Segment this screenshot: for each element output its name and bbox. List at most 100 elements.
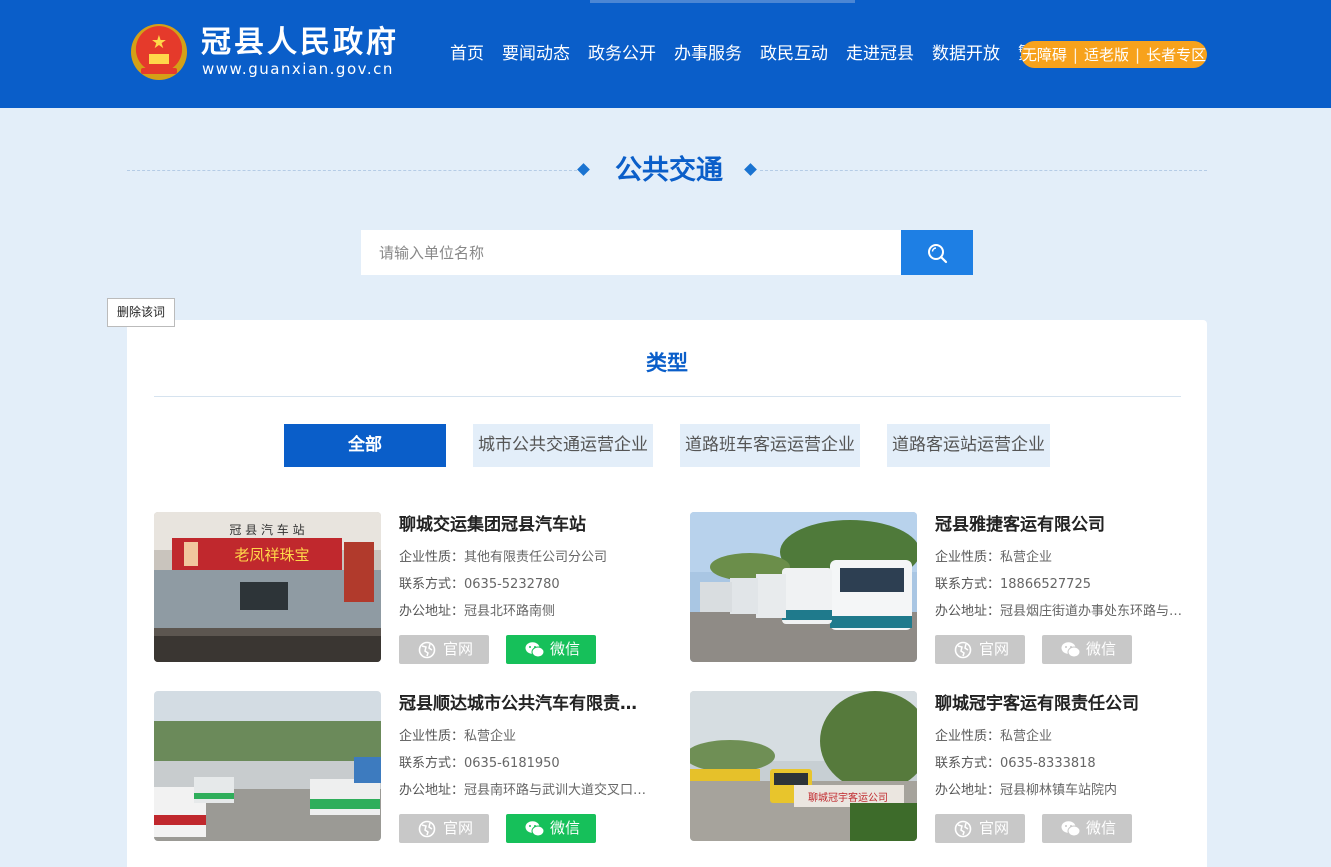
- website-button[interactable]: 官网: [399, 814, 489, 843]
- wechat-icon: [1061, 642, 1081, 658]
- wechat-button[interactable]: 微信: [506, 814, 596, 843]
- filter-scheduled-bus[interactable]: 道路班车客运运营企业: [680, 424, 860, 467]
- company-phone: 联系方式：18866527725: [935, 576, 1183, 594]
- globe-icon: [954, 641, 972, 659]
- pill-separator: |: [1135, 45, 1141, 64]
- wechat-icon: [525, 821, 545, 837]
- company-card: 冠县雅捷客运有限公司 企业性质：私营企业 联系方式：18866527725 办公…: [690, 512, 1190, 664]
- emblem-ribbon: [141, 68, 177, 74]
- phone-label: 联系方式：: [399, 577, 465, 592]
- website-label: 官网: [443, 640, 474, 658]
- filter-urban-transit[interactable]: 城市公共交通运营企业: [473, 424, 653, 467]
- wechat-label: 微信: [550, 819, 581, 837]
- title-divider-right: [760, 170, 1207, 171]
- globe-icon: [418, 820, 436, 838]
- company-type: 企业性质：私营企业: [935, 549, 1183, 567]
- phone-value: 0635-6181950: [464, 756, 560, 771]
- company-phone: 联系方式：0635-5232780: [399, 576, 647, 594]
- wechat-button[interactable]: 微信: [506, 635, 596, 664]
- wechat-icon: [525, 642, 545, 658]
- nav-home[interactable]: 首页: [450, 42, 484, 66]
- company-phone: 联系方式：0635-6181950: [399, 755, 647, 773]
- company-address: 办公地址：冠县北环路南侧: [399, 603, 647, 621]
- address-label: 办公地址：: [935, 783, 1001, 798]
- results-panel: 类型 全部 城市公共交通运营企业 道路班车客运运营企业 道路客运站运营企业 冠 …: [127, 320, 1207, 867]
- company-photo[interactable]: [690, 512, 917, 662]
- nav-news[interactable]: 要闻动态: [502, 42, 570, 66]
- accessibility-link[interactable]: 无障碍: [1022, 44, 1067, 65]
- filter-all[interactable]: 全部: [284, 424, 446, 467]
- phone-value: 0635-5232780: [464, 577, 560, 592]
- photo-banner-text: 老凤祥珠宝: [234, 546, 309, 564]
- company-photo[interactable]: 聊城冠宇客运公司: [690, 691, 917, 841]
- address-value: 冠县柳林镇车站院内: [1000, 783, 1118, 798]
- company-card: 聊城冠宇客运公司 聊城冠宇客运有限责任公司 企业性质：私营企业 联系方式：063…: [690, 691, 1190, 843]
- company-type: 企业性质：私营企业: [935, 728, 1183, 746]
- company-name[interactable]: 聊城交运集团冠县汽车站: [399, 512, 647, 538]
- company-phone: 联系方式：0635-8333818: [935, 755, 1183, 773]
- search-icon: [928, 244, 948, 264]
- pill-separator: |: [1072, 45, 1078, 64]
- type-label: 企业性质：: [399, 729, 465, 744]
- photo-wall-text: 聊城冠宇客运公司: [808, 791, 888, 804]
- company-type: 企业性质：私营企业: [399, 728, 647, 746]
- company-name[interactable]: 冠县雅捷客运有限公司: [935, 512, 1183, 538]
- company-card: 冠县顺达城市公共汽车有限责任… 企业性质：私营企业 联系方式：0635-6181…: [154, 691, 654, 843]
- gate-icon: [149, 54, 169, 64]
- page-title: 公共交通: [615, 155, 723, 186]
- nav-open-data[interactable]: 数据开放: [932, 42, 1000, 66]
- nav-about[interactable]: 走进冠县: [846, 42, 914, 66]
- wechat-button[interactable]: 微信: [1042, 814, 1132, 843]
- type-heading: 类型: [646, 351, 688, 375]
- senior-zone-link[interactable]: 长者专区: [1146, 44, 1206, 65]
- title-divider-left: [127, 170, 577, 171]
- address-value: 冠县北环路南侧: [464, 604, 556, 619]
- type-label: 企业性质：: [399, 550, 465, 565]
- search-button[interactable]: [901, 230, 973, 275]
- star-icon: ★: [150, 32, 168, 53]
- nav-gov-affairs[interactable]: 政务公开: [588, 42, 656, 66]
- website-label: 官网: [979, 819, 1010, 837]
- address-label: 办公地址：: [399, 604, 465, 619]
- elderly-mode-link[interactable]: 适老版: [1084, 44, 1129, 65]
- website-button[interactable]: 官网: [935, 814, 1025, 843]
- company-photo[interactable]: 冠 县 汽 车 站 老凤祥珠宝: [154, 512, 381, 662]
- phone-label: 联系方式：: [935, 577, 1001, 592]
- company-photo[interactable]: [154, 691, 381, 841]
- type-value: 私营企业: [464, 729, 517, 744]
- website-label: 官网: [443, 819, 474, 837]
- type-label: 企业性质：: [935, 550, 1001, 565]
- wechat-label: 微信: [1086, 819, 1117, 837]
- company-address: 办公地址：冠县柳林镇车站院内: [935, 782, 1183, 800]
- national-emblem-icon[interactable]: ★: [131, 24, 187, 80]
- search-input[interactable]: [361, 230, 901, 275]
- site-url: www.guanxian.gov.cn: [202, 60, 394, 78]
- diamond-icon: [577, 163, 590, 176]
- company-name[interactable]: 聊城冠宇客运有限责任公司: [935, 691, 1183, 717]
- type-label: 企业性质：: [935, 729, 1001, 744]
- header-top-accent: [590, 0, 855, 3]
- website-label: 官网: [979, 640, 1010, 658]
- wechat-label: 微信: [550, 640, 581, 658]
- panel-divider: [154, 396, 1181, 397]
- address-value: 冠县烟庄街道办事处东环路与…: [1000, 604, 1183, 619]
- company-name[interactable]: 冠县顺达城市公共汽车有限责任…: [399, 691, 647, 717]
- type-value: 其他有限责任公司分公司: [464, 550, 608, 565]
- address-label: 办公地址：: [399, 783, 465, 798]
- company-type: 企业性质：其他有限责任公司分公司: [399, 549, 647, 567]
- site-name[interactable]: 冠县人民政府: [201, 25, 399, 61]
- wechat-icon: [1061, 821, 1081, 837]
- website-button[interactable]: 官网: [935, 635, 1025, 664]
- website-button[interactable]: 官网: [399, 635, 489, 664]
- address-value: 冠县南环路与武训大道交叉口…: [464, 783, 647, 798]
- type-value: 私营企业: [1000, 550, 1053, 565]
- nav-interaction[interactable]: 政民互动: [760, 42, 828, 66]
- accessibility-pill: 无障碍 | 适老版 | 长者专区: [1021, 41, 1207, 68]
- phone-label: 联系方式：: [399, 756, 465, 771]
- nav-services[interactable]: 办事服务: [674, 42, 742, 66]
- delete-term-tooltip[interactable]: 删除该词: [107, 298, 175, 327]
- filter-bus-station[interactable]: 道路客运站运营企业: [887, 424, 1050, 467]
- globe-icon: [418, 641, 436, 659]
- site-header: ★ 冠县人民政府 www.guanxian.gov.cn 首页 要闻动态 政务公…: [0, 0, 1331, 108]
- wechat-button[interactable]: 微信: [1042, 635, 1132, 664]
